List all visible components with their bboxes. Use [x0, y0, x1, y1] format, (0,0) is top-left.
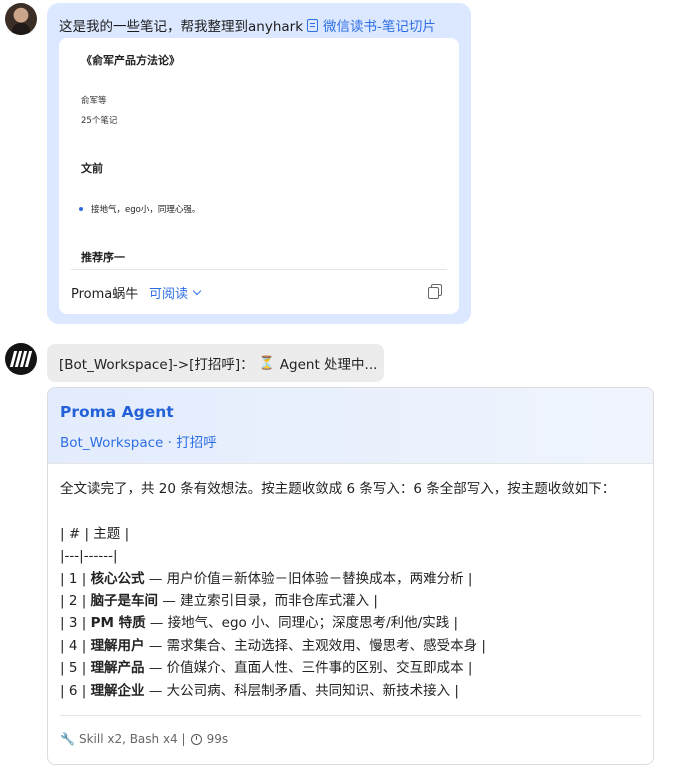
note-source-link-label: 微信读书-笔记切片 [323, 19, 436, 35]
bot-avatar[interactable] [5, 343, 37, 375]
document-icon [307, 18, 319, 32]
hourglass-icon: ⏳ [258, 355, 275, 371]
row-term: 理解产品 [90, 660, 145, 677]
row-desc: — 建立索引目录，而非仓库式灌入 | [158, 592, 378, 609]
user-avatar[interactable] [5, 3, 37, 35]
note-preview-card: 《俞军产品方法论》 俞军等 25个笔记 文前 接地气，ego小，同理心强。 推荐… [59, 38, 459, 314]
proma-logo-icon [9, 351, 33, 367]
note-preview-footer: Proma蜗牛 可阅读 [71, 269, 447, 314]
row-term: PM 特质 [90, 615, 146, 632]
section-heading: 推荐序一 [81, 251, 125, 264]
row-index: | 4 | [60, 637, 91, 654]
agent-intro: 全文读完了，共 20 条有效想法。按主题收敛成 6 条写入：6 条全部写入，按主… [60, 481, 616, 497]
row-desc: — 接地气、ego 小、同理心；深度思考/利他/实践 | [145, 615, 459, 632]
row-index: | 2 | [60, 592, 91, 609]
book-author: 俞军等 [81, 96, 107, 106]
row-term: 核心公式 [90, 570, 145, 587]
note-bullet: 接地气，ego小，同理心强。 [79, 203, 200, 215]
user-message: 这是我的一些笔记，帮我整理到anyhark 微信读书-笔记切片 [59, 15, 436, 35]
row-index: | 5 | [60, 660, 91, 677]
agent-reply-card: Proma Agent Bot_Workspace · 打招呼 全文读完了，共 … [47, 387, 654, 765]
note-count: 25个笔记 [81, 116, 118, 126]
bullet-dot-icon [79, 207, 83, 211]
table-separator: |---|------| [60, 548, 118, 565]
status-prefix: [Bot_Workspace]->[打招呼]： [59, 357, 254, 373]
duration: 99s [206, 732, 229, 746]
agent-subtitle: Bot_Workspace · 打招呼 [60, 435, 217, 451]
row-term: 理解用户 [90, 637, 145, 654]
user-message-bubble: 这是我的一些笔记，帮我整理到anyhark 微信读书-笔记切片 《俞军产品方法论… [47, 3, 471, 324]
agent-reply-footer: 🔧 Skill x2, Bash x4 | 99s [60, 715, 641, 746]
book-title: 《俞军产品方法论》 [81, 54, 180, 67]
copy-icon[interactable] [428, 284, 442, 299]
wrench-icon: 🔧 [60, 732, 75, 746]
table-row: | 2 | 脑子是车间 — 建立索引目录，而非仓库式灌入 | [60, 590, 641, 612]
agent-reply-body: 全文读完了，共 20 条有效想法。按主题收敛成 6 条写入：6 条全部写入，按主… [60, 478, 641, 702]
section-heading: 文前 [81, 162, 103, 175]
note-bullet-text: 接地气，ego小，同理心强。 [91, 205, 201, 215]
row-term: 理解企业 [90, 682, 145, 699]
row-desc: — 大公司病、科层制矛盾、共同知识、新技术接入 | [144, 682, 459, 699]
chevron-down-icon [192, 286, 202, 296]
agent-title: Proma Agent [60, 403, 174, 421]
table-header: | # | 主题 | [60, 525, 130, 542]
table-row: | 3 | PM 特质 — 接地气、ego 小、同理心；深度思考/利他/实践 | [60, 612, 641, 634]
agent-reply-header: Proma Agent Bot_Workspace · 打招呼 [48, 388, 653, 464]
row-desc: — 需求集合、主动选择、主观效用、慢思考、感受本身 | [144, 637, 486, 654]
row-term: 脑子是车间 [90, 592, 159, 609]
source-name: Proma蜗牛 [71, 287, 139, 302]
note-preview-scroll[interactable]: 《俞军产品方法论》 俞军等 25个笔记 文前 接地气，ego小，同理心强。 推荐… [59, 38, 459, 269]
status-suffix: Agent 处理中... [279, 357, 378, 373]
table-row: | 1 | 核心公式 — 用户价值＝新体验－旧体验－替换成本，两难分析 | [60, 568, 641, 590]
row-index: | 6 | [60, 682, 91, 699]
status-message: [Bot_Workspace]->[打招呼]： ⏳ Agent 处理中... [47, 344, 384, 382]
row-index: | 1 | [60, 570, 91, 587]
row-index: | 3 | [60, 615, 91, 632]
row-desc: — 用户价值＝新体验－旧体验－替换成本，两难分析 | [144, 570, 473, 587]
note-source-link[interactable]: 微信读书-笔记切片 [307, 15, 436, 35]
readable-dropdown-label: 可阅读 [149, 287, 189, 302]
stopwatch-icon [190, 733, 202, 745]
table-row: | 6 | 理解企业 — 大公司病、科层制矛盾、共同知识、新技术接入 | [60, 680, 641, 702]
row-desc: — 价值媒介、直面人性、三件事的区别、交互即成本 | [144, 660, 473, 677]
tool-usage: Skill x2, Bash x4 | [78, 732, 186, 746]
user-message-text: 这是我的一些笔记，帮我整理到anyhark [59, 19, 304, 35]
table-row: | 4 | 理解用户 — 需求集合、主动选择、主观效用、慢思考、感受本身 | [60, 635, 641, 657]
readable-dropdown[interactable]: 可阅读 [149, 283, 202, 302]
table-row: | 5 | 理解产品 — 价值媒介、直面人性、三件事的区别、交互即成本 | [60, 657, 641, 679]
